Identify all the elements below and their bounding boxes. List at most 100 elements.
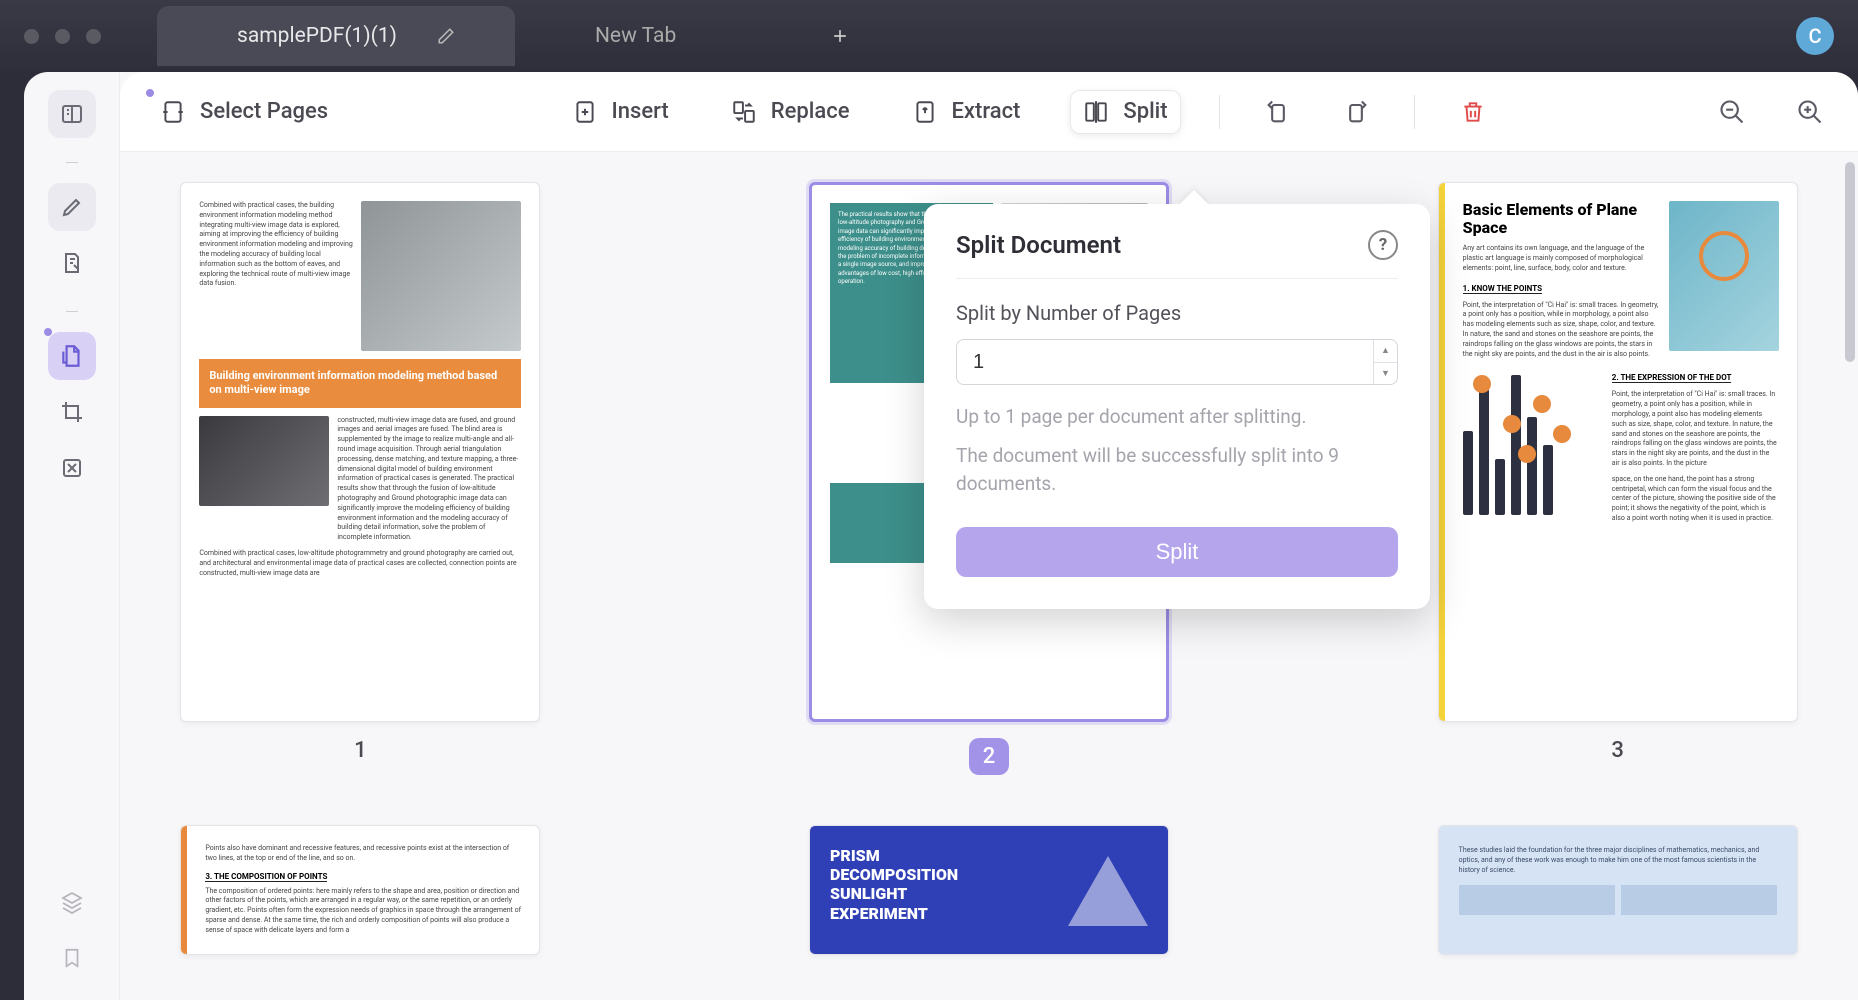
photo-placeholder	[199, 416, 329, 506]
toolbar-separator	[1219, 95, 1220, 129]
stepper-up-button[interactable]: ▲	[1374, 340, 1397, 363]
page-thumbnail-4[interactable]: Points also have dominant and recessive …	[156, 825, 565, 955]
body-text: Points also have dominant and recessive …	[205, 844, 521, 864]
page-thumbnail-1[interactable]: Combined with practical cases, the build…	[156, 182, 565, 775]
hint-line: Up to 1 page per document after splittin…	[956, 403, 1398, 432]
toolbar: Select Pages Insert Replace Extract	[120, 72, 1858, 152]
avatar[interactable]: C	[1796, 17, 1834, 55]
photo-placeholder	[1459, 885, 1615, 915]
delete-button[interactable]	[1453, 92, 1493, 132]
illustration-placeholder	[1669, 201, 1779, 351]
toolbar-separator	[1414, 95, 1415, 129]
popover-hint: Up to 1 page per document after splittin…	[956, 403, 1398, 499]
tabs: samplePDF(1)(1) New Tab	[157, 6, 864, 66]
page-preview: Points also have dominant and recessive …	[180, 825, 540, 955]
split-button[interactable]: Split	[1070, 90, 1180, 134]
body-text: Point, the interpretation of "Ci Hai" is…	[1463, 301, 1659, 360]
page-preview: Basic Elements of Plane Space Any art co…	[1438, 182, 1798, 722]
toolbar-label: Select Pages	[200, 99, 328, 124]
minimize-window-button[interactable]	[55, 29, 70, 44]
photo-placeholder	[361, 201, 521, 351]
body-text: Combined with practical cases, low-altit…	[199, 549, 521, 578]
rotate-left-button[interactable]	[1258, 92, 1298, 132]
scrollbar[interactable]	[1842, 152, 1858, 1000]
body-text: Combined with practical cases, the build…	[199, 201, 353, 351]
photo-placeholder	[1621, 885, 1777, 915]
popover-title: Split Document	[956, 231, 1121, 259]
body-text: constructed, multi-view image data are f…	[337, 416, 521, 543]
toolbar-label: Replace	[771, 99, 850, 124]
split-document-popover: Split Document ? Split by Number of Page…	[924, 204, 1430, 609]
maximize-window-button[interactable]	[86, 29, 101, 44]
page-thumbnail-3[interactable]: Basic Elements of Plane Space Any art co…	[1413, 182, 1822, 775]
body-text: space, on the one hand, the point has a …	[1612, 475, 1779, 524]
stepper-down-button[interactable]: ▼	[1374, 363, 1397, 385]
zoom-in-button[interactable]	[1790, 92, 1830, 132]
prism-illustration	[1068, 856, 1148, 926]
split-confirm-button[interactable]: Split	[956, 527, 1398, 577]
hint-line: The document will be successfully split …	[956, 442, 1398, 499]
extract-button[interactable]: Extract	[900, 91, 1033, 133]
sidebar	[24, 72, 120, 1000]
tab-label: samplePDF(1)(1)	[237, 24, 397, 48]
section-heading: 3. THE COMPOSITION OF POINTS	[205, 872, 327, 882]
add-tab-button[interactable]	[816, 12, 864, 60]
pencil-icon[interactable]	[437, 27, 455, 45]
avatar-initial: C	[1808, 24, 1821, 48]
page-number: 1	[354, 738, 367, 763]
app-window: Select Pages Insert Replace Extract	[24, 72, 1858, 1000]
section-heading: 1. KNOW THE POINTS	[1463, 284, 1542, 294]
extract-icon	[912, 99, 938, 125]
page-thumbnail-6[interactable]: These studies laid the foundation for th…	[1413, 825, 1822, 955]
page-number: 3	[1611, 738, 1624, 763]
toolbar-label: Extract	[952, 99, 1021, 124]
popover-section-label: Split by Number of Pages	[956, 301, 1398, 325]
split-icon	[1083, 99, 1109, 125]
sidebar-layers[interactable]	[48, 878, 96, 926]
body-text: Point, the interpretation of "Ci Hai" is…	[1612, 390, 1779, 468]
page-thumbnail-5[interactable]: PRISM DECOMPOSITION SUNLIGHT EXPERIMENT	[785, 825, 1194, 955]
sidebar-redact[interactable]	[48, 444, 96, 492]
page-preview: PRISM DECOMPOSITION SUNLIGHT EXPERIMENT	[809, 825, 1169, 955]
sidebar-page-edit[interactable]	[48, 332, 96, 380]
sidebar-bookmark[interactable]	[48, 934, 96, 982]
help-icon[interactable]: ?	[1368, 230, 1398, 260]
close-window-button[interactable]	[24, 29, 39, 44]
replace-button[interactable]: Replace	[719, 91, 862, 133]
accent-bar	[181, 826, 187, 954]
toolbar-label: Split	[1123, 99, 1167, 124]
pages-per-split-input[interactable]	[957, 340, 1373, 384]
sidebar-crop[interactable]	[48, 388, 96, 436]
rotate-right-button[interactable]	[1336, 92, 1376, 132]
sidebar-divider	[66, 311, 78, 312]
tab-label: New Tab	[595, 24, 676, 48]
accent-bar	[1439, 183, 1445, 721]
scrollbar-thumb[interactable]	[1845, 162, 1855, 362]
indicator-dot-icon	[146, 89, 154, 97]
tab-new[interactable]: New Tab	[515, 6, 736, 66]
insert-button[interactable]: Insert	[560, 91, 681, 133]
bar-chart-illustration	[1463, 375, 1602, 515]
select-pages-icon	[160, 99, 186, 125]
body-text: The composition of ordered points: here …	[205, 887, 521, 936]
replace-icon	[731, 99, 757, 125]
select-pages-button[interactable]: Select Pages	[148, 91, 340, 133]
page-preview: Combined with practical cases, the build…	[180, 182, 540, 722]
page-preview: These studies laid the foundation for th…	[1438, 825, 1798, 955]
sidebar-reader-mode[interactable]	[48, 90, 96, 138]
body-text: Any art contains its own language, and t…	[1463, 244, 1659, 273]
tab-active[interactable]: samplePDF(1)(1)	[157, 6, 515, 66]
page-heading: Building environment information modelin…	[199, 359, 521, 408]
page-heading: PRISM DECOMPOSITION SUNLIGHT EXPERIMENT	[830, 846, 990, 923]
pages-per-split-stepper: ▲ ▼	[956, 339, 1398, 385]
sidebar-edit[interactable]	[48, 239, 96, 287]
zoom-out-button[interactable]	[1712, 92, 1752, 132]
sidebar-divider	[66, 162, 78, 163]
toolbar-label: Insert	[612, 99, 669, 124]
page-number: 2	[969, 738, 1010, 775]
window-controls	[24, 29, 101, 44]
titlebar: samplePDF(1)(1) New Tab C	[0, 0, 1858, 72]
sidebar-highlight[interactable]	[48, 183, 96, 231]
body-text: These studies laid the foundation for th…	[1459, 846, 1777, 875]
page-heading: Basic Elements of Plane Space	[1463, 201, 1659, 236]
